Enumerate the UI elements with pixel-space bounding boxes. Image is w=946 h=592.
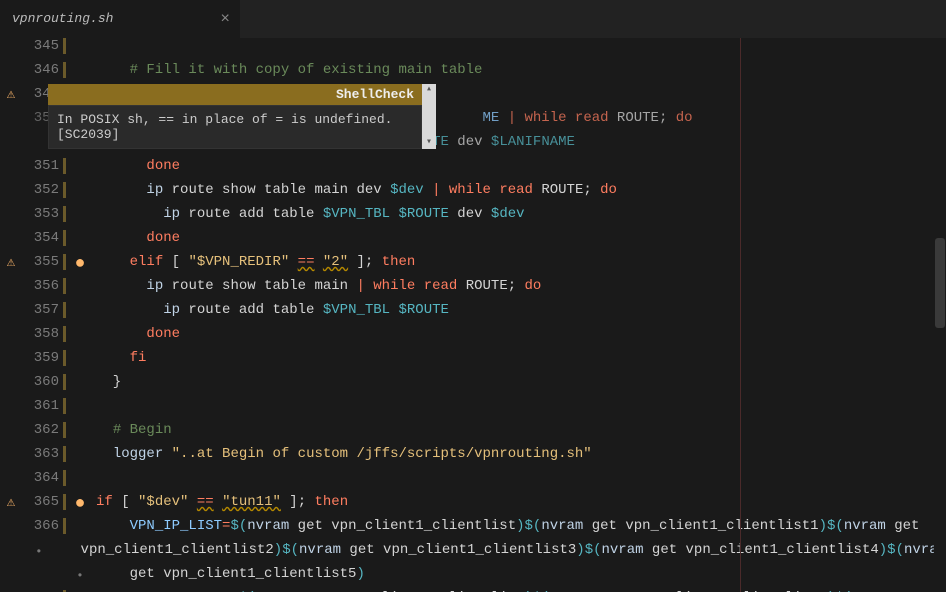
line-number: 365 <box>22 494 66 510</box>
line-number: 362 <box>22 422 66 438</box>
gutter-warning-icon: ⚠ <box>0 494 22 511</box>
code-content[interactable]: if [ "$dev" == "tun11" ]; then <box>94 494 946 510</box>
code-line[interactable]: 356 ip route show table main | while rea… <box>0 278 946 302</box>
code-line[interactable]: 363 logger "..at Begin of custom /jffs/s… <box>0 446 946 470</box>
code-content[interactable]: vpn_client1_clientlist2)$(nvram get vpn_… <box>45 542 946 558</box>
editor[interactable]: 345 346 # Fill it with copy of existing m… <box>0 38 946 592</box>
line-number: 361 <box>22 398 66 414</box>
code-content[interactable]: ip route show table main dev $dev | whil… <box>94 182 946 198</box>
tab-bar-empty <box>240 0 946 38</box>
line-number: 355 <box>22 254 66 270</box>
line-number: 352 <box>22 182 66 198</box>
bookmark-icon[interactable]: ● <box>66 254 94 274</box>
tooltip-message: In POSIX sh, == in place of = is undefin… <box>48 105 422 149</box>
code-content[interactable]: ip route add table $VPN_TBL $ROUTE dev $… <box>94 206 946 222</box>
tab-active[interactable]: vpnrouting.sh × <box>0 0 240 38</box>
tooltip-source: ShellCheck <box>48 84 422 105</box>
line-number: 359 <box>22 350 66 366</box>
gutter-warning-icon: ⚠ <box>0 86 22 103</box>
code-line[interactable]: • get vpn_client1_clientlist5) <box>0 566 946 590</box>
line-number: 346 <box>22 62 66 78</box>
code-line[interactable]: 359 fi <box>0 350 946 374</box>
code-content[interactable]: } <box>94 374 946 390</box>
code-content[interactable]: ip route show table main | while read RO… <box>94 278 946 294</box>
line-number: 353 <box>22 206 66 222</box>
code-content[interactable]: done <box>94 326 946 342</box>
code-line[interactable]: 352 ip route show table main dev $dev | … <box>0 182 946 206</box>
scroll-up-icon[interactable]: ▴ <box>426 84 432 96</box>
code-line[interactable]: 362 # Begin <box>0 422 946 446</box>
tab-filename: vpnrouting.sh <box>12 11 113 26</box>
code-line[interactable]: 353 ip route add table $VPN_TBL $ROUTE d… <box>0 206 946 230</box>
bookmark-icon[interactable]: ● <box>66 494 94 514</box>
code-content[interactable]: get vpn_client1_clientlist5) <box>94 566 946 582</box>
code-line[interactable]: 357 ip route add table $VPN_TBL $ROUTE <box>0 302 946 326</box>
code-line[interactable]: 354 done <box>0 230 946 254</box>
line-number: 357 <box>22 302 66 318</box>
code-line[interactable]: 366 VPN_IP_LIST=$(nvram get vpn_client1_… <box>0 518 946 542</box>
line-number: 356 <box>22 278 66 294</box>
code-line[interactable]: 361 <box>0 398 946 422</box>
bookmark-icon[interactable]: • <box>33 542 45 562</box>
code-line[interactable]: 351 done <box>0 158 946 182</box>
line-number: 363 <box>22 446 66 462</box>
code-line[interactable]: 364 <box>0 470 946 494</box>
editor-scrollbar[interactable] <box>934 38 946 592</box>
code-content[interactable]: logger "..at Begin of custom /jffs/scrip… <box>94 446 946 462</box>
line-number: 366 <box>22 518 66 534</box>
gutter-warning-icon: ⚠ <box>0 254 22 271</box>
code-line[interactable]: 346 # Fill it with copy of existing main… <box>0 62 946 86</box>
code-line[interactable]: ⚠355● elif [ "$VPN_REDIR" == "2" ]; then <box>0 254 946 278</box>
line-number: 358 <box>22 326 66 342</box>
line-number: 360 <box>22 374 66 390</box>
lint-tooltip: ShellCheck In POSIX sh, == in place of =… <box>48 84 422 149</box>
line-number: 351 <box>22 158 66 174</box>
tooltip-scrollbar[interactable]: ▴ ▾ <box>422 84 436 149</box>
line-number: 354 <box>22 230 66 246</box>
code-content[interactable]: elif [ "$VPN_REDIR" == "2" ]; then <box>94 254 946 270</box>
code-line[interactable]: • vpn_client1_clientlist2)$(nvram get vp… <box>0 542 946 566</box>
code-content[interactable]: # Begin <box>94 422 946 438</box>
code-content[interactable]: done <box>94 230 946 246</box>
scroll-down-icon[interactable]: ▾ <box>426 137 432 149</box>
bookmark-icon[interactable]: • <box>66 566 94 586</box>
close-icon[interactable]: × <box>220 10 230 28</box>
code-content[interactable]: ip route add table $VPN_TBL $ROUTE <box>94 302 946 318</box>
code-content[interactable]: done <box>94 158 946 174</box>
code-line[interactable]: ⚠365●if [ "$dev" == "tun11" ]; then <box>0 494 946 518</box>
code-line[interactable]: 360 } <box>0 374 946 398</box>
code-content[interactable]: VPN_IP_LIST=$(nvram get vpn_client1_clie… <box>94 518 946 534</box>
scroll-thumb[interactable] <box>935 238 945 328</box>
code-content[interactable]: fi <box>94 350 946 366</box>
tab-bar: vpnrouting.sh × <box>0 0 946 38</box>
line-number: 345 <box>22 38 66 54</box>
code-content[interactable]: # Fill it with copy of existing main tab… <box>94 62 946 78</box>
code-line[interactable]: 345 <box>0 38 946 62</box>
code-line[interactable]: 358 done <box>0 326 946 350</box>
line-number: 364 <box>22 470 66 486</box>
